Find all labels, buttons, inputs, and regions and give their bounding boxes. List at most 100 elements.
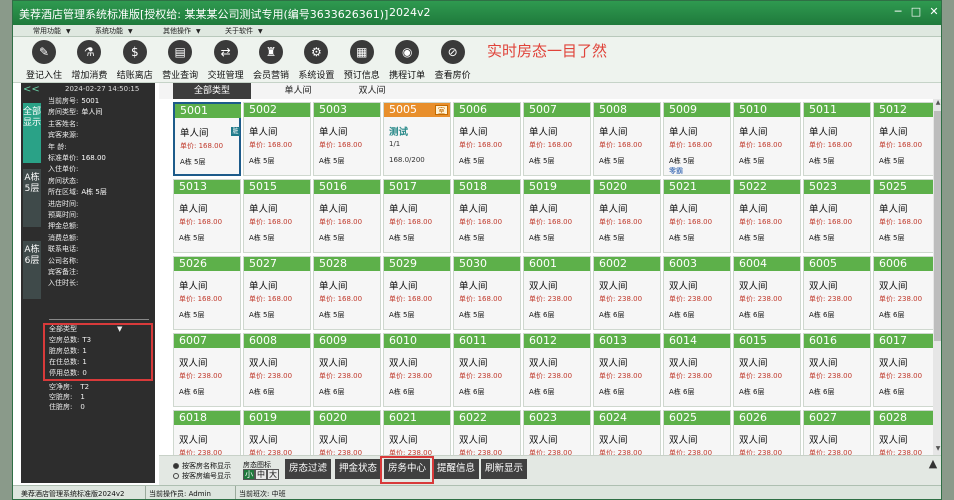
tab-show-all[interactable]: 全部显示 (23, 103, 41, 163)
maximize-icon[interactable]: □ (909, 5, 923, 19)
menu-other[interactable]: 其他操作 ▼ (163, 26, 201, 36)
room-card[interactable]: 6004 双人间 单价: 238.00 A栋 6层 (733, 256, 801, 330)
room-type: 单人间 (879, 204, 908, 215)
room-card[interactable]: 5018 单人间 单价: 168.00 A栋 5层 (453, 179, 521, 253)
tab-double[interactable]: 双人间 (333, 83, 411, 99)
room-card[interactable]: 5021 单人间 单价: 168.00 A栋 5层 (663, 179, 731, 253)
info-row: 主客姓名: (48, 119, 81, 129)
room-card[interactable]: 6005 双人间 单价: 238.00 A栋 6层 (803, 256, 871, 330)
reminder-button[interactable]: 提醒信息 (433, 459, 479, 479)
toolbar-button-5[interactable]: ⇄ 交班管理 (203, 39, 249, 83)
room-card[interactable]: 6007 双人间 单价: 238.00 A栋 6层 (173, 333, 241, 407)
calendar-icon: ▦ (349, 40, 374, 64)
toolbar-button-4[interactable]: ▤ 营业查询 (157, 39, 203, 83)
room-card[interactable]: 5005 室测试 1/1 168.0/200 (383, 102, 451, 176)
room-card[interactable]: 5025 单人间 单价: 168.00 A栋 5层 (873, 179, 941, 253)
room-price: 单价: 238.00 (669, 295, 713, 303)
room-card[interactable]: 5030 单人间 单价: 168.00 A栋 5层 (453, 256, 521, 330)
info-label: 预离时间: (48, 211, 79, 219)
size-large-button[interactable]: 大 (267, 469, 279, 480)
room-card[interactable]: 5017 单人间 单价: 168.00 A栋 5层 (383, 179, 451, 253)
room-card[interactable]: 5006 单人间 单价: 168.00 A栋 5层 (453, 102, 521, 176)
room-number: 5011 (804, 103, 870, 117)
minimize-icon[interactable]: ─ (891, 5, 905, 19)
room-card[interactable]: 6013 双人间 单价: 238.00 A栋 6层 (593, 333, 661, 407)
deposit-status-button[interactable]: 押金状态 (335, 459, 381, 479)
toolbar-button-1[interactable]: ✎ 登记入住 (21, 39, 67, 83)
room-card[interactable]: 6012 双人间 单价: 238.00 A栋 6层 (523, 333, 591, 407)
toolbar-button-2[interactable]: ⚗ 增加消费 (66, 39, 112, 83)
room-card[interactable]: 6008 双人间 单价: 238.00 A栋 6层 (243, 333, 311, 407)
toolbar-button-6[interactable]: ♜ 会员营销 (248, 39, 294, 83)
room-price: 单价: 168.00 (459, 141, 503, 149)
room-card[interactable]: 6014 双人间 单价: 238.00 A栋 6层 (663, 333, 731, 407)
room-card[interactable]: 5008 单人间 单价: 168.00 A栋 5层 (593, 102, 661, 176)
scroll-down-icon[interactable]: ▼ (933, 445, 941, 455)
room-card[interactable]: 5029 单人间 单价: 168.00 A栋 5层 (383, 256, 451, 330)
room-card[interactable]: 5020 单人间 单价: 168.00 A栋 5层 (593, 179, 661, 253)
room-card[interactable]: 6006 双人间 单价: 238.00 A栋 6层 (873, 256, 941, 330)
collapse-button[interactable]: << (23, 84, 40, 95)
room-card[interactable]: 6009 双人间 单价: 238.00 A栋 6层 (313, 333, 381, 407)
toolbar-button-7[interactable]: ⚙ 系统设置 (293, 39, 339, 83)
size-small-button[interactable]: 小 (243, 469, 255, 480)
toolbar-button-label: 结账离店 (116, 71, 153, 81)
room-card[interactable]: 6001 双人间 单价: 238.00 A栋 6层 (523, 256, 591, 330)
room-card[interactable]: 5019 单人间 单价: 168.00 A栋 5层 (523, 179, 591, 253)
toolbar-button-8[interactable]: ▦ 预订信息 (339, 39, 385, 83)
tab-a6[interactable]: A栋6层 (23, 241, 41, 299)
grid-scrollbar[interactable]: ▲ ▼ (933, 99, 941, 455)
room-card[interactable]: 5009 单人间 单价: 168.00 A栋 5层 零霸 (663, 102, 731, 176)
chevron-down-icon: ▼ (258, 28, 263, 35)
scroll-top-icon[interactable]: ▲ (925, 457, 941, 473)
room-card[interactable]: 5016 单人间 单价: 168.00 A栋 5层 (313, 179, 381, 253)
room-type: 单人间 (179, 281, 208, 292)
room-card[interactable]: 6011 双人间 单价: 238.00 A栋 6层 (453, 333, 521, 407)
room-card[interactable]: 5002 单人间 单价: 168.00 A栋 5层 (243, 102, 311, 176)
room-price: 单价: 168.00 (249, 218, 293, 226)
room-card[interactable]: 5012 单人间 单价: 168.00 A栋 5层 (873, 102, 941, 176)
room-card[interactable]: 6015 双人间 单价: 238.00 A栋 6层 (733, 333, 801, 407)
refresh-button[interactable]: 刷新显示 (481, 459, 527, 479)
room-card[interactable]: 5011 单人间 单价: 168.00 A栋 5层 (803, 102, 871, 176)
room-filter-button[interactable]: 房态过滤 (285, 459, 331, 479)
room-card[interactable]: 6010 双人间 单价: 238.00 A栋 6层 (383, 333, 451, 407)
tab-single[interactable]: 单人间 (259, 83, 337, 99)
room-card[interactable]: 5010 单人间 单价: 168.00 A栋 5层 (733, 102, 801, 176)
type-filter-select[interactable]: 全部类型 ▼ (49, 324, 122, 334)
room-card[interactable]: 5003 单人间 单价: 168.00 A栋 5层 (313, 102, 381, 176)
room-card[interactable]: 5001 单人间 脏单价: 168.00 A栋 5层 (173, 102, 241, 176)
tab-all-types[interactable]: 全部类型 (173, 83, 251, 99)
toolbar-button-3[interactable]: $ 结账离店 (112, 39, 158, 83)
size-medium-button[interactable]: 中 (255, 469, 267, 480)
info-row: 所在区域: A栋 5层 (48, 187, 107, 197)
room-card[interactable]: 6016 双人间 单价: 238.00 A栋 6层 (803, 333, 871, 407)
tab-a5[interactable]: A栋5层 (23, 169, 41, 227)
room-card[interactable]: 5007 单人间 单价: 168.00 A栋 5层 (523, 102, 591, 176)
room-number: 5022 (734, 180, 800, 194)
menu-system[interactable]: 系统功能 ▼ (95, 26, 133, 36)
room-number: 6001 (524, 257, 590, 271)
toolbar-button-9[interactable]: ◉ 携程订单 (384, 39, 430, 83)
room-card[interactable]: 5013 单人间 单价: 168.00 A栋 5层 (173, 179, 241, 253)
toolbar-button-10[interactable]: ⊘ 查看房价 (430, 39, 476, 83)
room-price: 单价: 238.00 (179, 372, 223, 380)
info-label: 年 龄: (48, 142, 67, 151)
radio-by-name[interactable]: 按客房名称显示 (173, 461, 231, 471)
room-card[interactable]: 6003 双人间 单价: 238.00 A栋 6层 (663, 256, 731, 330)
scroll-thumb[interactable] (934, 111, 941, 341)
room-card[interactable]: 6017 双人间 单价: 238.00 A栋 6层 (873, 333, 941, 407)
room-card[interactable]: 5022 单人间 单价: 168.00 A栋 5层 (733, 179, 801, 253)
scroll-up-icon[interactable]: ▲ (933, 99, 941, 109)
room-card[interactable]: 5026 单人间 单价: 168.00 A栋 5层 (173, 256, 241, 330)
menu-common[interactable]: 常用功能 ▼ (33, 26, 71, 36)
room-card[interactable]: 5023 单人间 单价: 168.00 A栋 5层 (803, 179, 871, 253)
menu-about[interactable]: 关于软件 ▼ (225, 26, 263, 36)
count-value: 1 (82, 347, 87, 355)
room-card[interactable]: 5028 单人间 单价: 168.00 A栋 5层 (313, 256, 381, 330)
close-icon[interactable]: ✕ (927, 5, 941, 19)
room-card[interactable]: 6002 双人间 单价: 238.00 A栋 6层 (593, 256, 661, 330)
room-card[interactable]: 5027 单人间 单价: 168.00 A栋 5层 (243, 256, 311, 330)
room-card[interactable]: 5015 单人间 单价: 168.00 A栋 5层 (243, 179, 311, 253)
radio-by-number[interactable]: 按客房编号显示 (173, 471, 231, 481)
